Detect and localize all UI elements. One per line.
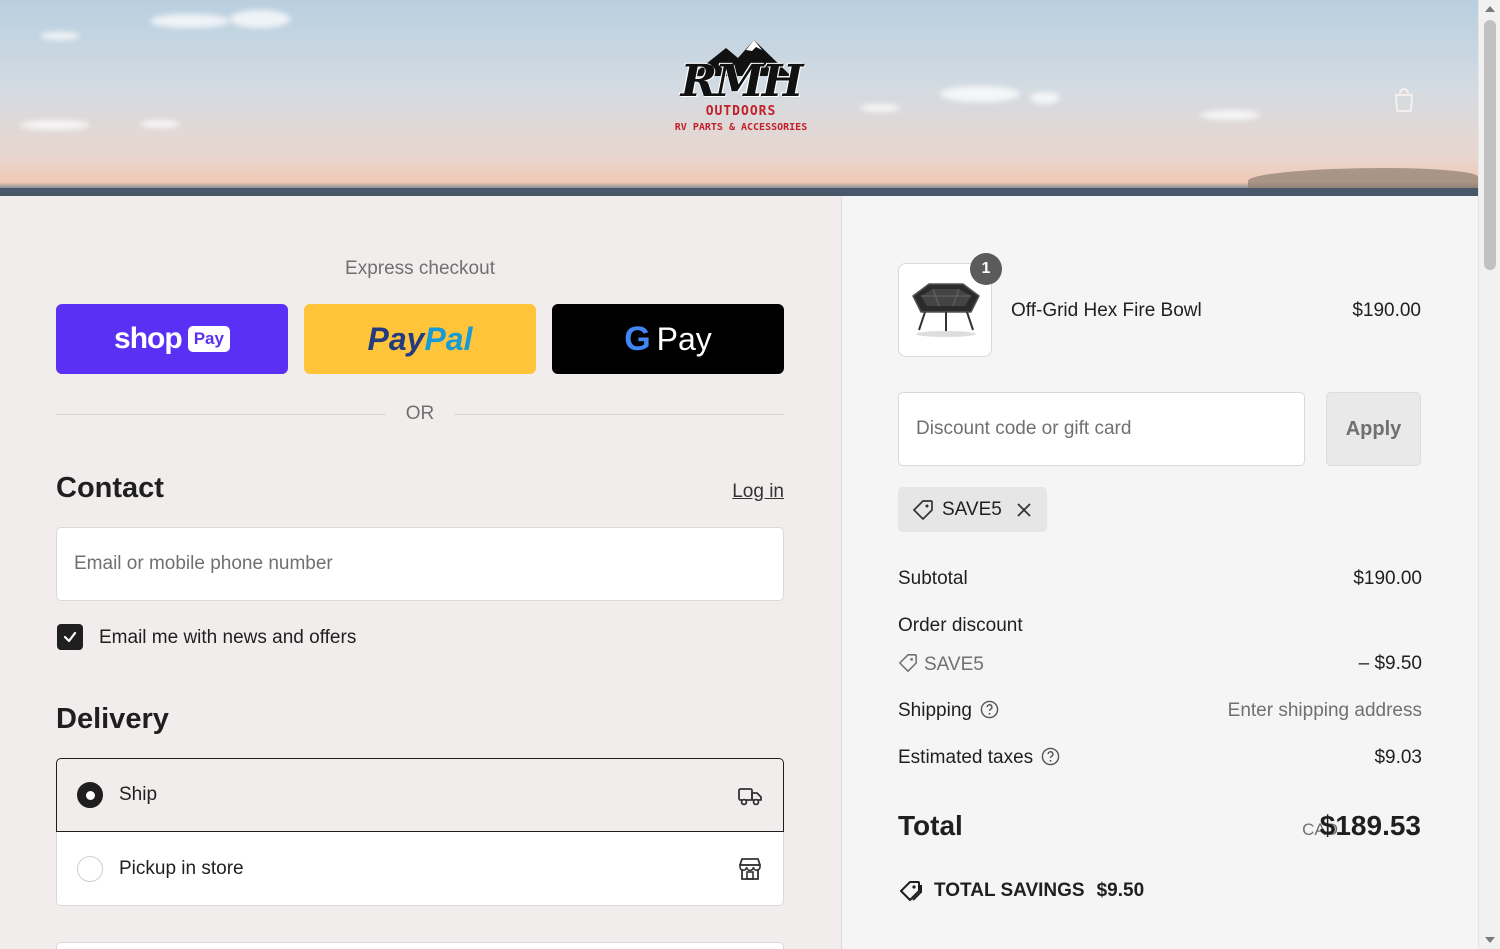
email-field[interactable]: Email or mobile phone number xyxy=(56,527,784,601)
checkmark-icon xyxy=(63,631,77,643)
truck-icon xyxy=(738,788,762,806)
shopping-bag-icon[interactable] xyxy=(1390,86,1418,114)
tag-icon xyxy=(899,654,917,672)
product-name: Off-Grid Hex Fire Bowl xyxy=(1011,300,1202,321)
delivery-option-ship[interactable]: Ship xyxy=(56,758,784,832)
delivery-heading: Delivery xyxy=(56,703,169,735)
tag-icon xyxy=(913,499,933,520)
contact-heading: Contact xyxy=(56,472,164,504)
store-logo[interactable]: RMH OUTDOORS RV PARTS & ACCESSORIES xyxy=(666,38,816,158)
total-value: $189.53 xyxy=(1319,810,1421,841)
pickup-radio[interactable] xyxy=(77,855,103,882)
google-pay-word: Pay xyxy=(656,320,712,357)
shipping-row: Shipping Enter shipping address xyxy=(898,700,1422,722)
shipping-label: Shipping xyxy=(898,700,972,721)
newsletter-checkbox[interactable] xyxy=(57,624,83,650)
ship-label: Ship xyxy=(119,784,158,805)
logo-wordmark: RMH xyxy=(680,56,804,107)
shop-pay-word: shop xyxy=(114,322,183,355)
paypal-word-1: Pay xyxy=(367,320,425,357)
paypal-word-2: Pal xyxy=(424,320,473,357)
google-g-icon: G xyxy=(624,319,651,358)
order-discount-value: – $9.50 xyxy=(1358,653,1422,674)
order-discount-label: Order discount xyxy=(898,615,1023,636)
scroll-down-arrow-icon[interactable] xyxy=(1485,937,1495,943)
help-icon[interactable] xyxy=(1041,747,1060,766)
savings-value: $9.50 xyxy=(1096,880,1145,901)
page-scrollbar[interactable] xyxy=(1478,0,1500,949)
shipping-value: Enter shipping address xyxy=(1227,700,1422,721)
savings-tag-icon xyxy=(900,881,922,901)
checkout-main: Express checkout shop Pay Pay Pal G Pay O… xyxy=(0,196,841,949)
email-placeholder: Email or mobile phone number xyxy=(74,553,333,574)
scroll-up-arrow-icon[interactable] xyxy=(1485,6,1495,12)
taxes-value: $9.03 xyxy=(1374,747,1422,768)
express-checkout-title: Express checkout xyxy=(345,258,495,279)
applied-code: SAVE5 xyxy=(942,498,1002,520)
newsletter-label[interactable]: Email me with news and offers xyxy=(99,627,356,649)
quantity-badge: 1 xyxy=(970,253,1002,285)
subtotal-row: Subtotal $190.00 xyxy=(898,568,1422,590)
shop-pay-badge: Pay xyxy=(187,326,230,352)
order-discount-row: Order discount xyxy=(898,615,1422,637)
order-discount-code: SAVE5 xyxy=(924,654,984,675)
next-section-edge xyxy=(56,942,784,949)
discount-code-field[interactable]: Discount code or gift card xyxy=(898,392,1305,466)
total-savings: TOTAL SAVINGS $9.50 xyxy=(898,879,1144,903)
product-price: $190.00 xyxy=(1352,300,1421,321)
subtotal-value: $190.00 xyxy=(1353,568,1422,589)
header-banner: RMH OUTDOORS RV PARTS & ACCESSORIES xyxy=(0,0,1478,196)
or-divider: OR xyxy=(56,403,784,427)
apply-button[interactable]: Apply xyxy=(1326,392,1421,466)
product-thumbnail: 1 xyxy=(898,253,1002,357)
shop-pay-button[interactable]: shop Pay xyxy=(56,304,288,374)
taxes-row: Estimated taxes $9.03 xyxy=(898,747,1422,769)
discount-placeholder: Discount code or gift card xyxy=(916,418,1132,439)
scroll-thumb[interactable] xyxy=(1484,20,1496,270)
total-label: Total xyxy=(898,810,963,841)
pickup-label: Pickup in store xyxy=(119,857,244,879)
google-pay-button[interactable]: G Pay xyxy=(552,304,784,374)
help-icon[interactable] xyxy=(980,700,999,719)
subtotal-label: Subtotal xyxy=(898,568,968,589)
login-link[interactable]: Log in xyxy=(732,481,784,503)
store-icon xyxy=(739,858,761,880)
logo-tagline-2: RV PARTS & ACCESSORIES xyxy=(674,122,808,133)
applied-discount-chip: SAVE5 xyxy=(898,487,1047,532)
taxes-label: Estimated taxes xyxy=(898,747,1034,768)
delivery-option-pickup[interactable]: Pickup in store xyxy=(56,832,784,906)
paypal-button[interactable]: Pay Pal xyxy=(304,304,536,374)
order-discount-code-row: SAVE5 – $9.50 xyxy=(898,653,1422,676)
remove-discount-icon[interactable] xyxy=(1016,502,1032,518)
savings-label: TOTAL SAVINGS xyxy=(934,880,1085,901)
order-summary: 1 Off-Grid Hex Fire Bowl $190.00 Discoun… xyxy=(842,196,1478,949)
ship-radio[interactable] xyxy=(77,782,103,808)
